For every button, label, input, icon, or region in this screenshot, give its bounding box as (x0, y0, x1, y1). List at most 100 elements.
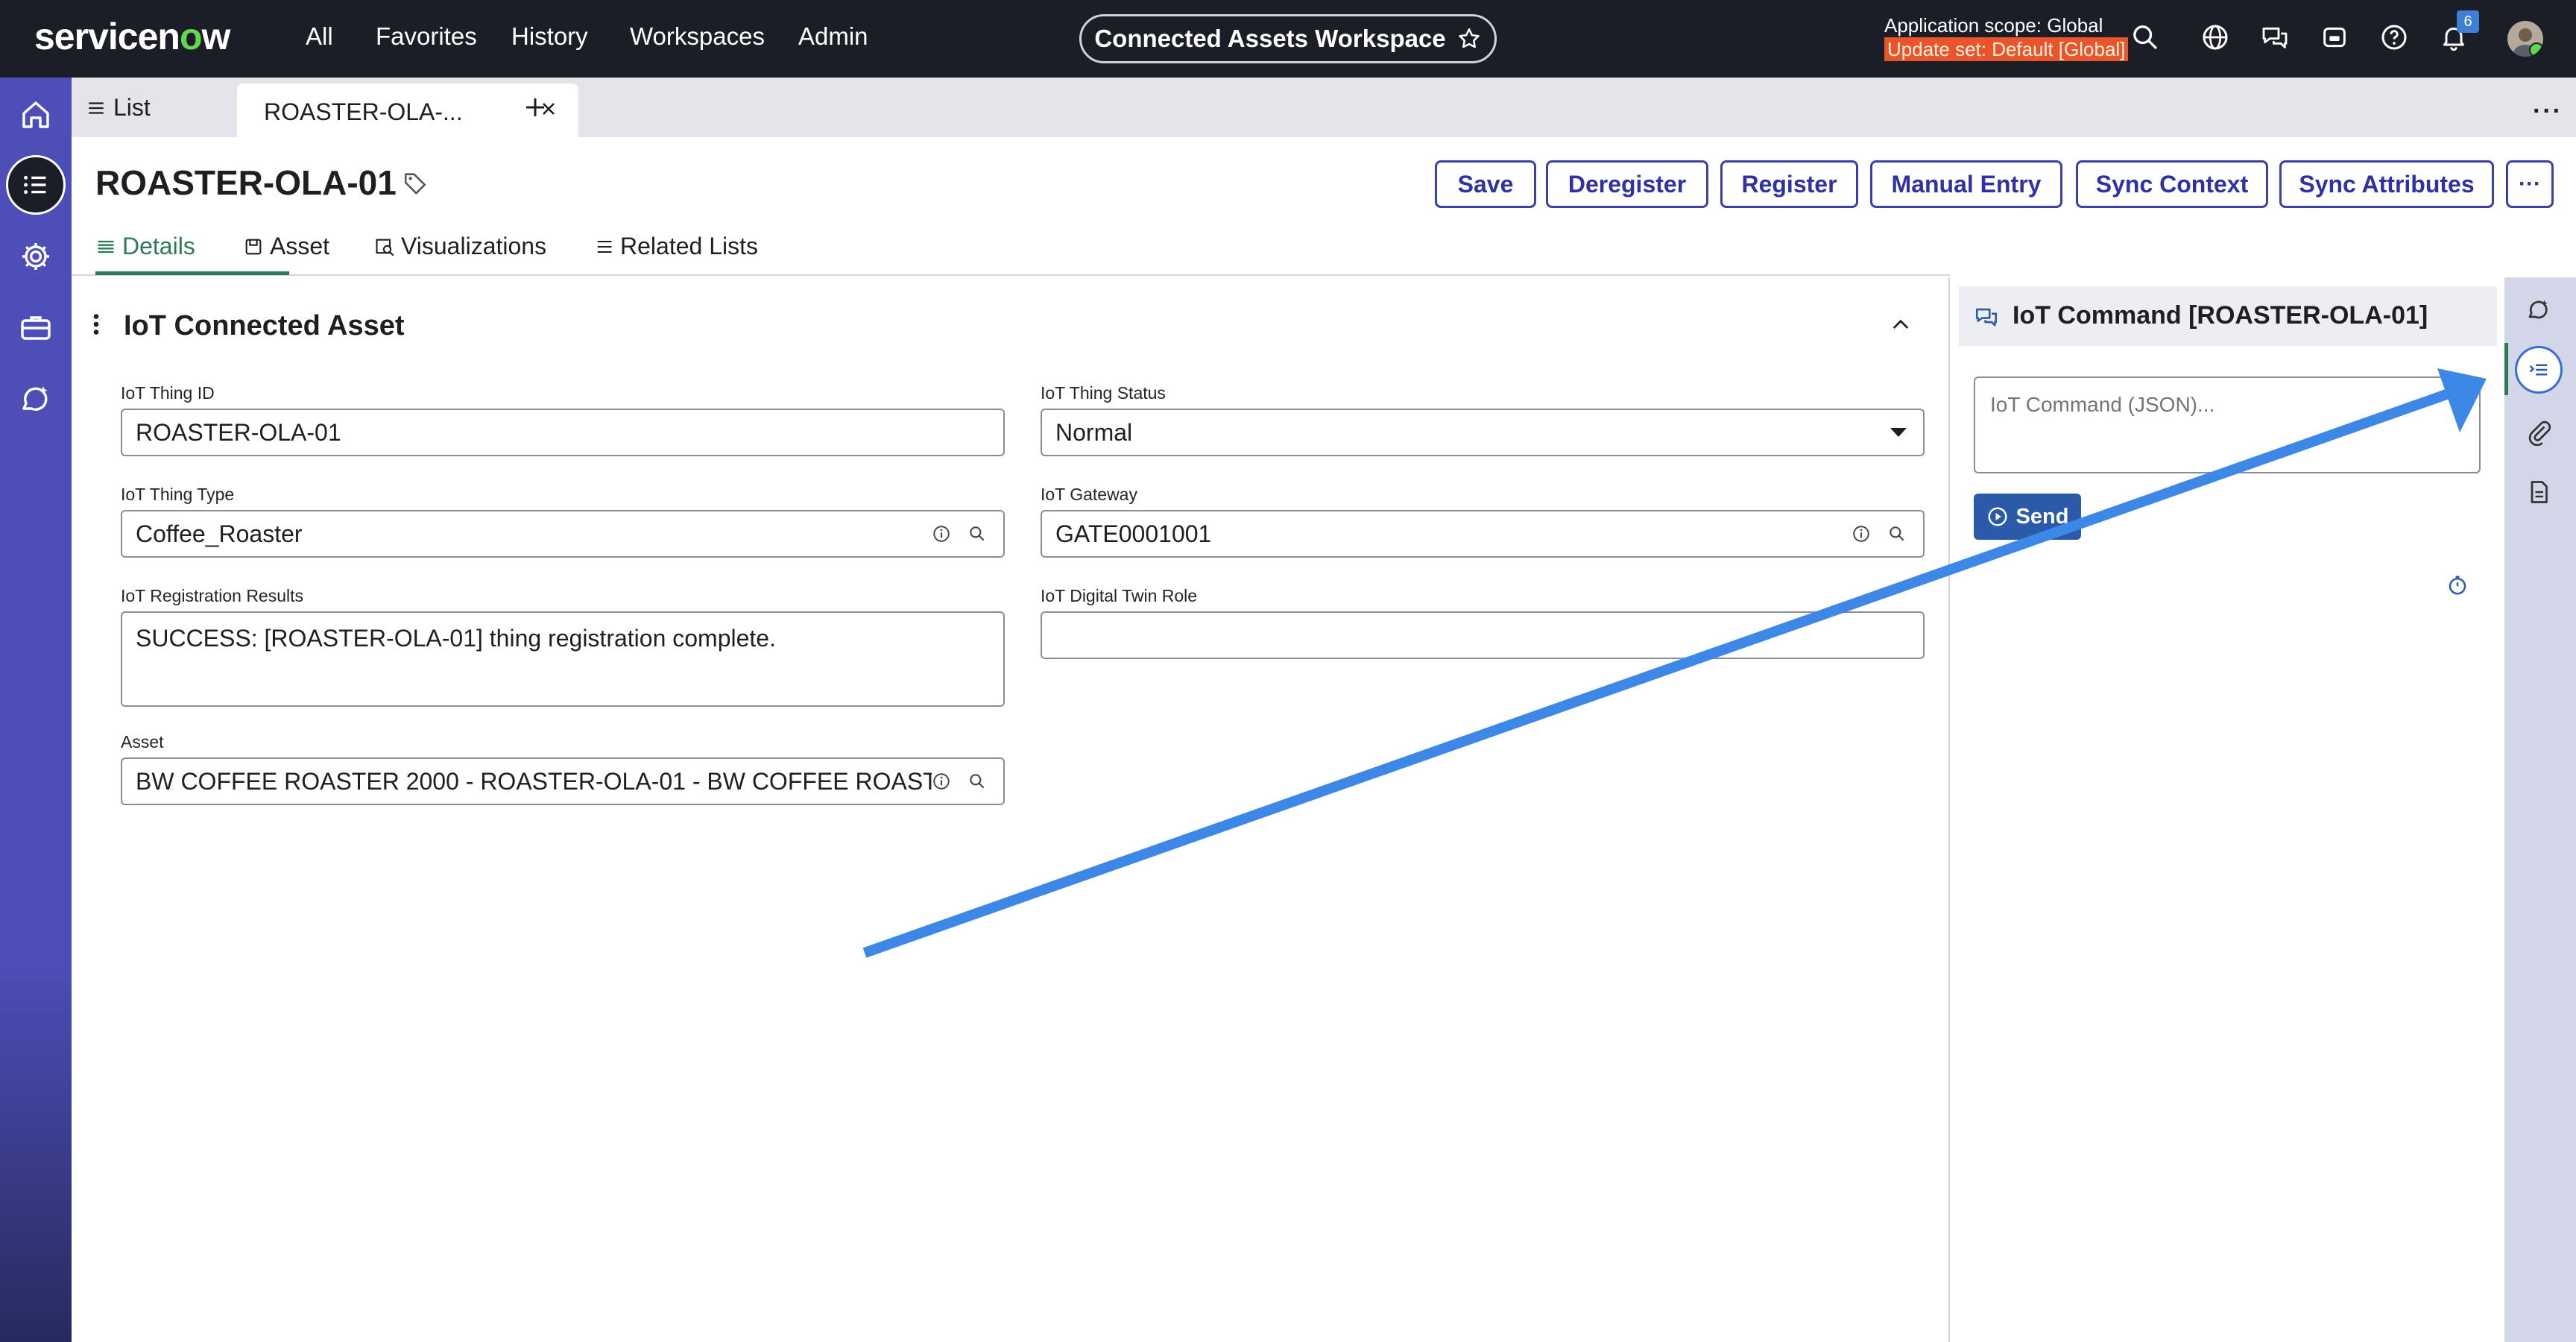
gateway-value: GATE0001001 (1055, 520, 1212, 547)
asset-field[interactable]: BW COFFEE ROASTER 2000 - ROASTER-OLA-01 … (121, 757, 1005, 805)
send-button[interactable]: Send (1974, 494, 2081, 540)
list-lines-icon (89, 101, 104, 114)
sync-context-button[interactable]: Sync Context (2076, 160, 2268, 208)
globe-icon[interactable] (2200, 22, 2230, 52)
attachment-icon[interactable] (2525, 419, 2552, 446)
registration-results-textarea[interactable]: SUCCESS: [ROASTER-OLA-01] thing registra… (121, 611, 1005, 707)
dropdown-caret-icon (1890, 428, 1907, 437)
tab-visualizations-label: Visualizations (401, 233, 547, 259)
save-button[interactable]: Save (1435, 160, 1536, 208)
nav-favorites[interactable]: Favorites (376, 22, 477, 51)
thing-type-label: IoT Thing Type (121, 485, 235, 504)
star-icon[interactable] (1456, 26, 1482, 51)
tag-icon[interactable] (402, 170, 428, 195)
help-icon[interactable] (2379, 22, 2409, 52)
user-photo-icon (2512, 28, 2539, 57)
chat-icon[interactable] (2260, 22, 2290, 52)
scope-text: Application scope: Global (1884, 14, 2103, 37)
lookup-search-icon[interactable] (1887, 524, 1907, 544)
studio-icon[interactable] (2320, 22, 2349, 52)
avatar[interactable] (2507, 21, 2543, 57)
sync-attributes-button[interactable]: Sync Attributes (2279, 160, 2494, 208)
nav-workspaces[interactable]: Workspaces (630, 22, 765, 51)
info-icon[interactable] (932, 524, 951, 544)
more-actions-button[interactable]: ··· (2506, 160, 2554, 208)
lookup-search-icon[interactable] (967, 772, 987, 791)
asset-value: BW COFFEE ROASTER 2000 - ROASTER-OLA-01 … (136, 767, 932, 795)
iot-command-rail-button[interactable] (2515, 346, 2563, 394)
panel-divider (1948, 277, 1950, 1342)
info-icon[interactable] (1852, 524, 1871, 544)
active-rail-indicator (2504, 343, 2508, 395)
tab-visualizations[interactable]: Visualizations (374, 233, 546, 260)
add-tab-icon[interactable] (522, 94, 549, 121)
tab-details[interactable]: Details (95, 233, 195, 260)
asset-label: Asset (121, 732, 164, 752)
ai-assist-icon[interactable] (2525, 297, 2552, 324)
logo-text-o: o (179, 16, 203, 57)
notification-badge: 6 (2457, 10, 2479, 33)
digital-twin-role-field[interactable] (1041, 611, 1925, 659)
iot-command-input[interactable] (1974, 377, 2481, 473)
lookup-search-icon[interactable] (967, 524, 987, 544)
tab-record-label: ROASTER-OLA-... (264, 98, 463, 125)
tab-asset-label: Asset (270, 233, 330, 259)
nav-all[interactable]: All (306, 22, 333, 51)
chevron-up-icon[interactable] (1889, 313, 1913, 337)
command-list-icon (2529, 364, 2548, 376)
thing-id-field[interactable]: ROASTER-OLA-01 (121, 409, 1005, 456)
register-button[interactable]: Register (1720, 160, 1858, 208)
list-icon (24, 175, 46, 195)
logo-text-start: servicen (34, 16, 180, 57)
thing-id-label: IoT Thing ID (121, 383, 215, 403)
thing-status-label: IoT Thing Status (1041, 383, 1166, 403)
digital-twin-role-label: IoT Digital Twin Role (1041, 586, 1198, 605)
visualizations-icon (376, 239, 394, 256)
right-utility-rail (2504, 277, 2576, 1342)
section-title: IoT Connected Asset (124, 310, 405, 341)
ai-assist-icon[interactable] (18, 382, 54, 418)
nav-admin[interactable]: Admin (798, 22, 868, 51)
briefcase-icon[interactable] (18, 310, 54, 346)
asset-icon (245, 239, 262, 254)
section-menu-icon[interactable] (92, 313, 100, 336)
application-scope[interactable]: Application scope: Global Update set: De… (1884, 13, 2129, 61)
tab-related-lists-label: Related Lists (620, 233, 758, 259)
thing-type-value: Coffee_Roaster (136, 520, 303, 547)
nav-history[interactable]: History (511, 22, 588, 51)
timer-icon[interactable] (2446, 574, 2469, 596)
more-tabs-icon[interactable]: ··· (2533, 97, 2563, 126)
thing-id-value: ROASTER-OLA-01 (136, 418, 341, 446)
play-circle-icon (1988, 507, 2007, 526)
manual-entry-button[interactable]: Manual Entry (1870, 160, 2062, 208)
command-panel-title: IoT Command [ROASTER-OLA-01] (2012, 301, 2428, 330)
command-panel-header: IoT Command [ROASTER-OLA-01] (1959, 286, 2497, 346)
workspace-pill[interactable]: Connected Assets Workspace (1079, 14, 1497, 63)
servicenow-logo[interactable]: servicenow (34, 15, 230, 58)
home-icon[interactable] (18, 97, 54, 133)
thing-status-value: Normal (1055, 418, 1133, 446)
thing-type-field[interactable]: Coffee_Roaster (121, 510, 1005, 558)
tab-asset[interactable]: Asset (243, 233, 329, 260)
workspace-tab-strip: List ROASTER-OLA-... ··· (72, 78, 2576, 137)
record-sub-tabs: Details Asset Visualizations Related Lis… (72, 222, 1950, 276)
tab-list[interactable]: List (86, 94, 151, 122)
deregister-button[interactable]: Deregister (1546, 160, 1708, 208)
list-nav-active[interactable] (6, 155, 66, 215)
info-icon[interactable] (932, 772, 951, 791)
registration-results-value: SUCCESS: [ROASTER-OLA-01] thing registra… (136, 625, 776, 652)
settings-gear-icon[interactable] (18, 239, 54, 274)
workspace-name: Connected Assets Workspace (1094, 25, 1446, 52)
document-icon[interactable] (2525, 479, 2552, 505)
record-title: ROASTER-OLA-01 (95, 163, 397, 202)
tab-list-label: List (113, 94, 151, 121)
command-chat-icon (1975, 308, 1998, 327)
top-navigation-bar: servicenow All Favorites History Workspa… (0, 0, 2576, 78)
left-navigation-rail (0, 78, 72, 1342)
details-icon (98, 240, 114, 253)
tab-related-lists[interactable]: Related Lists (593, 233, 758, 260)
related-lists-icon (597, 240, 612, 253)
gateway-field[interactable]: GATE0001001 (1041, 510, 1925, 558)
search-icon[interactable] (2130, 22, 2160, 52)
thing-status-select[interactable]: Normal (1041, 409, 1925, 456)
